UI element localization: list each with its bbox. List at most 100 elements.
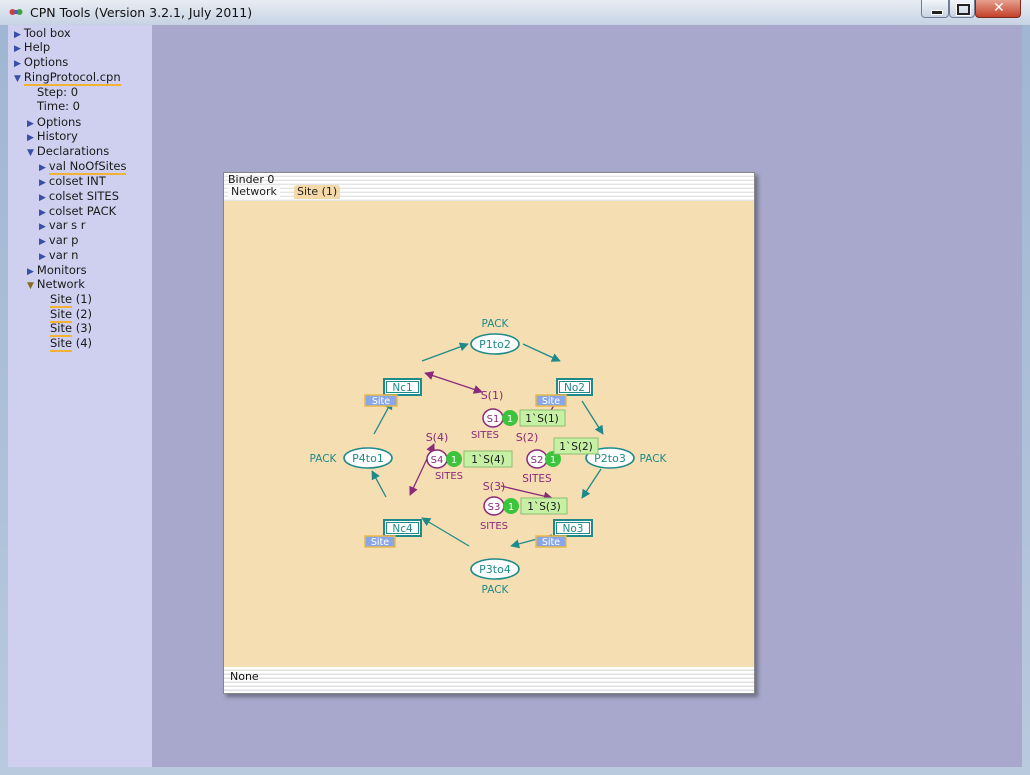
place-p3to4[interactable]: P3to4 PACK xyxy=(470,558,520,596)
site-place-s4[interactable]: S(4) S4 SITES 1 1`S(4) xyxy=(426,431,513,482)
place-type: SITES xyxy=(435,471,463,482)
window-title: CPN Tools (Version 3.2.1, July 2011) xyxy=(30,5,253,20)
collapsed-triangle-icon: ▶ xyxy=(39,208,46,218)
arc-inscription: S(1) xyxy=(481,389,504,402)
decl-item[interactable]: ▶ colset SITES xyxy=(39,190,119,205)
place-type: SITES xyxy=(471,430,499,441)
transition-name: No3 xyxy=(563,523,584,535)
place-p4to1[interactable]: P4to1 PACK xyxy=(310,447,393,469)
title-bar[interactable]: CPN Tools (Version 3.2.1, July 2011) ✕ xyxy=(0,0,1030,25)
marking-text: 1`S(1) xyxy=(525,413,558,425)
index-item-declarations[interactable]: ▼ Declarations xyxy=(27,145,109,160)
page-item-site-2[interactable]: Site (2) xyxy=(50,307,92,323)
net-canvas[interactable]: P1to2 PACK P2to3 PACK P3to4 PACK P4to1 P… xyxy=(224,201,754,667)
arc-inscription: S(2) xyxy=(516,431,539,444)
marking-text: 1`S(2) xyxy=(559,441,592,453)
arc-nc1-p1to2[interactable] xyxy=(421,342,469,362)
transition-nc1[interactable]: Nc1 Site xyxy=(364,378,422,407)
status-text: None xyxy=(230,670,259,683)
collapsed-triangle-icon: ▶ xyxy=(39,237,46,247)
index-panel: ▶ Tool box ▶ Help ▶ Options ▼ RingProtocol.c… xyxy=(8,25,152,767)
maximize-icon xyxy=(956,3,971,16)
app-window: CPN Tools (Version 3.2.1, July 2011) ✕ ▶… xyxy=(0,0,1030,775)
place-p1to2[interactable]: P1to2 PACK xyxy=(470,318,520,355)
collapsed-triangle-icon: ▶ xyxy=(39,163,46,173)
arc-p1to2-no2[interactable] xyxy=(522,343,561,362)
page-item-site-3[interactable]: Site (3) xyxy=(50,321,92,337)
binder-window[interactable]: Binder 0 Network Site (1) P1to2 PACK P2t… xyxy=(223,172,755,694)
collapsed-triangle-icon: ▶ xyxy=(14,30,21,40)
arc-nc4-p4to1[interactable] xyxy=(371,470,387,498)
collapsed-triangle-icon: ▶ xyxy=(14,44,21,54)
subpage-tag: Site xyxy=(371,537,389,548)
index-item-options[interactable]: ▶ Options xyxy=(14,56,68,71)
arc-inscription: S(3) xyxy=(483,480,506,493)
index-item-net[interactable]: ▼ RingProtocol.cpn xyxy=(14,70,121,86)
arc-no2-p2to3[interactable] xyxy=(581,400,604,435)
decl-item[interactable]: ▶ var n xyxy=(39,249,78,264)
page-item-site-4[interactable]: Site (4) xyxy=(50,336,92,352)
arc-inscription: S(4) xyxy=(426,431,449,444)
collapsed-triangle-icon: ▶ xyxy=(39,193,46,203)
place-name: P3to4 xyxy=(479,563,511,576)
place-name: P4to1 xyxy=(352,452,384,465)
place-name: S4 xyxy=(431,455,444,466)
place-type: SITES xyxy=(522,473,552,485)
arc-nc1-s1[interactable] xyxy=(424,371,483,394)
step-readout: Step: 0 xyxy=(37,85,79,99)
place-type: PACK xyxy=(482,584,510,596)
decl-item[interactable]: ▶ var s r xyxy=(39,219,86,234)
expanded-triangle-icon: ▼ xyxy=(14,74,21,84)
collapsed-triangle-icon: ▶ xyxy=(39,178,46,188)
transition-name: Nc4 xyxy=(392,523,413,535)
workspace[interactable]: ▶ Tool box ▶ Help ▶ Options ▼ RingProtocol.c… xyxy=(8,25,1022,767)
expanded-triangle-icon: ▼ xyxy=(27,148,34,158)
arc-p2to3-no3[interactable] xyxy=(581,468,602,499)
decl-item[interactable]: ▶ val NoOfSites xyxy=(39,159,127,175)
place-name: P2to3 xyxy=(594,452,626,465)
arc-p3to4-nc4[interactable] xyxy=(421,517,470,547)
index-item-help[interactable]: ▶ Help xyxy=(14,41,50,56)
collapsed-triangle-icon: ▶ xyxy=(39,222,46,232)
collapsed-triangle-icon: ▶ xyxy=(27,119,34,129)
place-type: PACK xyxy=(640,453,668,465)
token-count: 1 xyxy=(451,455,457,466)
expanded-triangle-icon: ▼ xyxy=(27,281,34,291)
decl-item[interactable]: ▶ colset INT xyxy=(39,175,106,190)
net-diagram[interactable]: P1to2 PACK P2to3 PACK P3to4 PACK P4to1 P… xyxy=(224,201,754,667)
close-button[interactable]: ✕ xyxy=(975,0,1021,18)
decl-item[interactable]: ▶ var p xyxy=(39,234,78,249)
transition-name: No2 xyxy=(564,382,585,394)
binder-status-bar: None xyxy=(224,667,754,693)
place-name: P1to2 xyxy=(479,338,511,351)
place-type: SITES xyxy=(480,521,508,532)
place-name: S3 xyxy=(488,502,501,513)
close-icon: ✕ xyxy=(993,0,1005,16)
collapsed-triangle-icon: ▶ xyxy=(27,267,34,277)
minimize-icon xyxy=(931,10,943,15)
cpn-app-icon xyxy=(9,9,23,15)
marking-text: 1`S(3) xyxy=(527,501,560,513)
place-type: PACK xyxy=(310,453,338,465)
token-count: 1 xyxy=(550,455,556,466)
marking-text: 1`S(4) xyxy=(471,454,504,466)
tab-network[interactable]: Network xyxy=(228,185,280,199)
index-item-network[interactable]: ▼ Network xyxy=(27,278,85,293)
tab-site-1[interactable]: Site (1) xyxy=(294,185,341,199)
place-name: S1 xyxy=(487,414,500,425)
transition-name: Nc1 xyxy=(392,382,412,394)
arc-s3-no3[interactable] xyxy=(500,485,553,501)
collapsed-triangle-icon: ▶ xyxy=(27,133,34,143)
transition-nc4[interactable]: Nc4 Site xyxy=(364,519,422,548)
maximize-button[interactable] xyxy=(949,0,975,18)
place-name: S2 xyxy=(531,455,544,466)
transition-no3[interactable]: No3 Site xyxy=(535,519,593,548)
time-readout: Time: 0 xyxy=(37,99,80,113)
place-type: PACK xyxy=(482,318,510,330)
subpage-tag: Site xyxy=(542,537,560,548)
minimize-button[interactable] xyxy=(921,0,949,18)
subpage-tag: Site xyxy=(372,396,390,407)
token-count: 1 xyxy=(507,414,513,425)
index-item-history[interactable]: ▶ History xyxy=(27,130,78,145)
page-item-site-1[interactable]: Site (1) xyxy=(50,292,92,308)
